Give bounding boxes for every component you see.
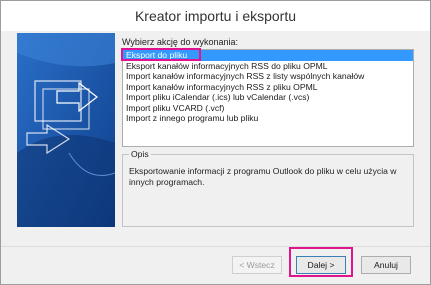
description-title: Opis xyxy=(129,149,151,159)
list-item-import-icalendar[interactable]: Import pliku iCalendar (.ics) lub vCalen… xyxy=(123,92,413,103)
description-text: Eksportowanie informacji z programu Outl… xyxy=(129,166,397,187)
list-item-export-rss-opml[interactable]: Eksport kanałów informacyjnych RSS do pl… xyxy=(123,61,413,72)
list-item-import-rss-opml[interactable]: Import kanałów informacyjnych RSS z plik… xyxy=(123,82,413,93)
wizard-illustration xyxy=(17,33,115,227)
list-item-import-rss-common[interactable]: Import kanałów informacyjnych RSS z list… xyxy=(123,71,413,82)
wizard-art-image xyxy=(17,33,115,227)
cancel-button[interactable]: Anuluj xyxy=(361,256,411,274)
button-divider xyxy=(1,246,430,247)
dialog-title: Kreator importu i eksportu xyxy=(1,1,430,31)
next-button[interactable]: Dalej > xyxy=(296,256,346,274)
description-group: Opis Eksportowanie informacji z programu… xyxy=(122,149,414,227)
list-item-export-to-file[interactable]: Eksport do pliku xyxy=(123,50,413,61)
list-item-import-other[interactable]: Import z innego programu lub pliku xyxy=(123,113,413,124)
back-button[interactable]: < Wstecz xyxy=(232,256,282,274)
import-export-wizard-dialog: Kreator importu i eksportu Wybierz akcję… xyxy=(0,0,431,285)
action-listbox[interactable]: Eksport do pliku Eksport kanałów informa… xyxy=(122,49,414,147)
action-prompt-label: Wybierz akcję do wykonania: xyxy=(122,37,238,47)
list-item-import-vcard[interactable]: Import pliku VCARD (.vcf) xyxy=(123,103,413,114)
